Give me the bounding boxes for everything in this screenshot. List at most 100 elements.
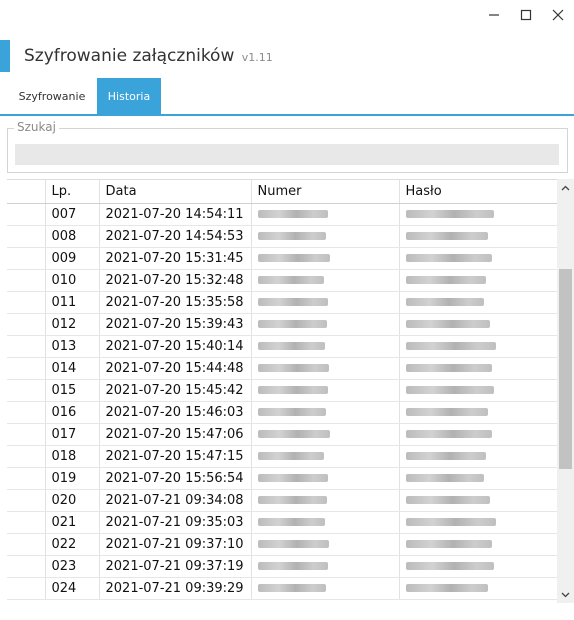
tab-szyfrowanie[interactable]: Szyfrowanie bbox=[9, 78, 95, 114]
cell-numer bbox=[251, 269, 400, 292]
table-row[interactable]: 015 2021-07-20 15:45:42 bbox=[7, 379, 557, 402]
table-row[interactable]: 016 2021-07-20 15:46:03 bbox=[7, 401, 557, 424]
redacted-number bbox=[257, 474, 328, 482]
app-version: v1.11 bbox=[241, 51, 273, 64]
cell-date: 2021-07-20 15:39:43 bbox=[99, 313, 252, 336]
cell-numer bbox=[251, 313, 400, 336]
row-select-cell[interactable] bbox=[7, 335, 46, 358]
vertical-scrollbar[interactable] bbox=[557, 179, 574, 603]
table-row[interactable]: 021 2021-07-21 09:35:03 bbox=[7, 511, 557, 534]
tab-historia[interactable]: Historia bbox=[97, 78, 161, 114]
redacted-number bbox=[257, 386, 328, 394]
table-row[interactable]: 007 2021-07-20 14:54:11 bbox=[7, 203, 557, 226]
cell-numer bbox=[251, 357, 400, 380]
row-select-cell[interactable] bbox=[7, 511, 46, 534]
search-input[interactable] bbox=[15, 144, 559, 165]
table-row[interactable]: 017 2021-07-20 15:47:06 bbox=[7, 423, 557, 446]
column-header-data[interactable]: Data bbox=[99, 180, 252, 204]
cell-haslo bbox=[399, 445, 557, 468]
row-select-cell[interactable] bbox=[7, 247, 46, 270]
redacted-number bbox=[257, 496, 327, 504]
redacted-number bbox=[257, 320, 327, 328]
redacted-password bbox=[405, 342, 496, 350]
cell-numer bbox=[251, 401, 400, 424]
row-select-cell[interactable] bbox=[7, 225, 46, 248]
close-button[interactable] bbox=[542, 0, 574, 30]
row-select-cell[interactable] bbox=[7, 467, 46, 490]
row-select-cell[interactable] bbox=[7, 555, 46, 578]
cell-haslo bbox=[399, 291, 557, 314]
table-row[interactable]: 009 2021-07-20 15:31:45 bbox=[7, 247, 557, 270]
cell-date: 2021-07-20 15:40:14 bbox=[99, 335, 252, 358]
row-select-cell[interactable] bbox=[7, 379, 46, 402]
row-select-cell[interactable] bbox=[7, 357, 46, 380]
cell-haslo bbox=[399, 379, 557, 402]
table-row[interactable]: 010 2021-07-20 15:32:48 bbox=[7, 269, 557, 292]
scroll-thumb[interactable] bbox=[559, 269, 572, 469]
chevron-up-icon bbox=[561, 185, 570, 190]
cell-numer bbox=[251, 225, 400, 248]
row-select-cell[interactable] bbox=[7, 313, 46, 336]
cell-lp: 010 bbox=[45, 269, 100, 292]
table-row[interactable]: 011 2021-07-20 15:35:58 bbox=[7, 291, 557, 314]
minimize-button[interactable] bbox=[478, 0, 510, 30]
column-header-numer[interactable]: Numer bbox=[251, 180, 400, 204]
row-select-cell[interactable] bbox=[7, 445, 46, 468]
table-row[interactable]: 008 2021-07-20 14:54:53 bbox=[7, 225, 557, 248]
cell-lp: 007 bbox=[45, 203, 100, 226]
cell-lp: 019 bbox=[45, 467, 100, 490]
row-select-cell[interactable] bbox=[7, 401, 46, 424]
column-header-select[interactable] bbox=[7, 180, 46, 204]
cell-haslo bbox=[399, 555, 557, 578]
cell-date: 2021-07-20 15:46:03 bbox=[99, 401, 252, 424]
table-row[interactable]: 013 2021-07-20 15:40:14 bbox=[7, 335, 557, 358]
redacted-password bbox=[405, 298, 484, 306]
table-row[interactable]: 024 2021-07-21 09:39:29 bbox=[7, 577, 557, 600]
minimize-icon bbox=[489, 14, 499, 16]
table-row[interactable]: 014 2021-07-20 15:44:48 bbox=[7, 357, 557, 380]
row-select-cell[interactable] bbox=[7, 423, 46, 446]
history-table: Lp. Data Numer Hasło 007 2021-07-20 14:54… bbox=[7, 179, 557, 603]
cell-numer bbox=[251, 203, 400, 226]
table-row[interactable]: 020 2021-07-21 09:34:08 bbox=[7, 489, 557, 512]
cell-date: 2021-07-20 15:56:54 bbox=[99, 467, 252, 490]
cell-haslo bbox=[399, 401, 557, 424]
redacted-number bbox=[257, 298, 328, 306]
scroll-up-button[interactable] bbox=[557, 179, 574, 196]
scroll-down-button[interactable] bbox=[557, 586, 574, 603]
cell-lp: 022 bbox=[45, 533, 100, 556]
redacted-password bbox=[405, 254, 492, 262]
row-select-cell[interactable] bbox=[7, 203, 46, 226]
redacted-number bbox=[257, 408, 326, 416]
redacted-number bbox=[257, 540, 329, 548]
row-select-cell[interactable] bbox=[7, 533, 46, 556]
redacted-number bbox=[257, 254, 330, 262]
table-row[interactable]: 023 2021-07-21 09:37:19 bbox=[7, 555, 557, 578]
row-select-cell[interactable] bbox=[7, 489, 46, 512]
cell-lp: 023 bbox=[45, 555, 100, 578]
maximize-button[interactable] bbox=[510, 0, 542, 30]
cell-numer bbox=[251, 555, 400, 578]
row-select-cell[interactable] bbox=[7, 577, 46, 600]
column-header-lp[interactable]: Lp. bbox=[45, 180, 100, 204]
cell-haslo bbox=[399, 357, 557, 380]
redacted-number bbox=[257, 562, 328, 570]
cell-numer bbox=[251, 577, 400, 600]
cell-numer bbox=[251, 511, 400, 534]
cell-lp: 009 bbox=[45, 247, 100, 270]
column-header-haslo[interactable]: Hasło bbox=[399, 180, 557, 204]
redacted-password bbox=[405, 210, 494, 218]
redacted-number bbox=[257, 452, 324, 460]
table-row[interactable]: 022 2021-07-21 09:37:10 bbox=[7, 533, 557, 556]
redacted-number bbox=[257, 232, 326, 240]
cell-date: 2021-07-20 15:35:58 bbox=[99, 291, 252, 314]
row-select-cell[interactable] bbox=[7, 269, 46, 292]
row-select-cell[interactable] bbox=[7, 291, 46, 314]
table-row[interactable]: 018 2021-07-20 15:47:15 bbox=[7, 445, 557, 468]
app-title: Szyfrowanie załączników v1.11 bbox=[24, 46, 273, 66]
cell-numer bbox=[251, 489, 400, 512]
redacted-password bbox=[405, 452, 486, 460]
cell-lp: 012 bbox=[45, 313, 100, 336]
table-row[interactable]: 012 2021-07-20 15:39:43 bbox=[7, 313, 557, 336]
table-row[interactable]: 019 2021-07-20 15:56:54 bbox=[7, 467, 557, 490]
